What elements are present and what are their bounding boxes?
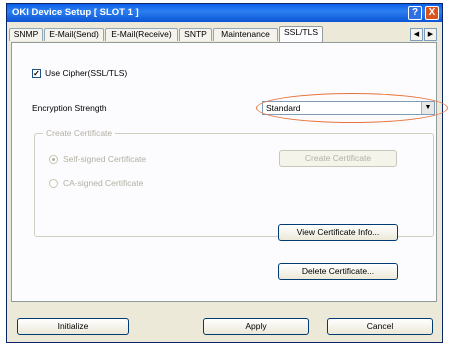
use-cipher-label: Use Cipher(SSL/TLS) (45, 68, 128, 78)
ca-signed-label: CA-signed Certificate (63, 178, 144, 188)
dialog-window: OKI Device Setup [ SLOT 1 ] ? X SNMP E-M… (6, 3, 448, 343)
highlight-ellipse (256, 93, 448, 123)
tab-scroll-arrows: ◀ ▶ (410, 28, 438, 41)
use-cipher-checkbox[interactable]: ✓ (32, 69, 41, 78)
title-bar[interactable]: OKI Device Setup [ SLOT 1 ] ? X (7, 4, 442, 22)
help-icon[interactable]: ? (408, 6, 422, 20)
tab-scroll-right-icon[interactable]: ▶ (424, 28, 437, 41)
tab-strip: SNMP E-Mail(Send) E-Mail(Receive) SNTP M… (9, 26, 440, 42)
tab-sntp[interactable]: SNTP (179, 28, 212, 41)
encryption-strength-label: Encryption Strength (32, 103, 107, 113)
tab-ssl-tls[interactable]: SSL/TLS (279, 26, 323, 42)
self-signed-label: Self-signed Certificate (63, 154, 147, 164)
ca-signed-radio[interactable] (49, 179, 58, 188)
delete-certificate-button[interactable]: Delete Certificate... (278, 263, 398, 280)
initialize-button[interactable]: Initialize (17, 318, 129, 335)
self-signed-radio[interactable] (49, 155, 58, 164)
tab-maintenance[interactable]: Maintenance (213, 28, 278, 41)
tab-scroll-left-icon[interactable]: ◀ (410, 28, 423, 41)
create-certificate-button[interactable]: Create Certificate (279, 150, 397, 167)
tab-email-send[interactable]: E-Mail(Send) (44, 28, 104, 41)
cancel-button[interactable]: Cancel (327, 318, 433, 335)
create-certificate-group-title: Create Certificate (43, 128, 116, 138)
ssl-tls-panel: ✓ Use Cipher(SSL/TLS) Encryption Strengt… (11, 42, 448, 302)
tab-snmp[interactable]: SNMP (9, 28, 43, 41)
window-title: OKI Device Setup [ SLOT 1 ] (12, 7, 139, 18)
apply-button[interactable]: Apply (203, 318, 309, 335)
close-icon[interactable]: X (425, 6, 439, 20)
view-certificate-info-button[interactable]: View Certificate Info... (278, 224, 398, 241)
tab-email-receive[interactable]: E-Mail(Receive) (105, 28, 178, 41)
create-certificate-group: Create Certificate Self-signed Certifica… (34, 128, 434, 237)
